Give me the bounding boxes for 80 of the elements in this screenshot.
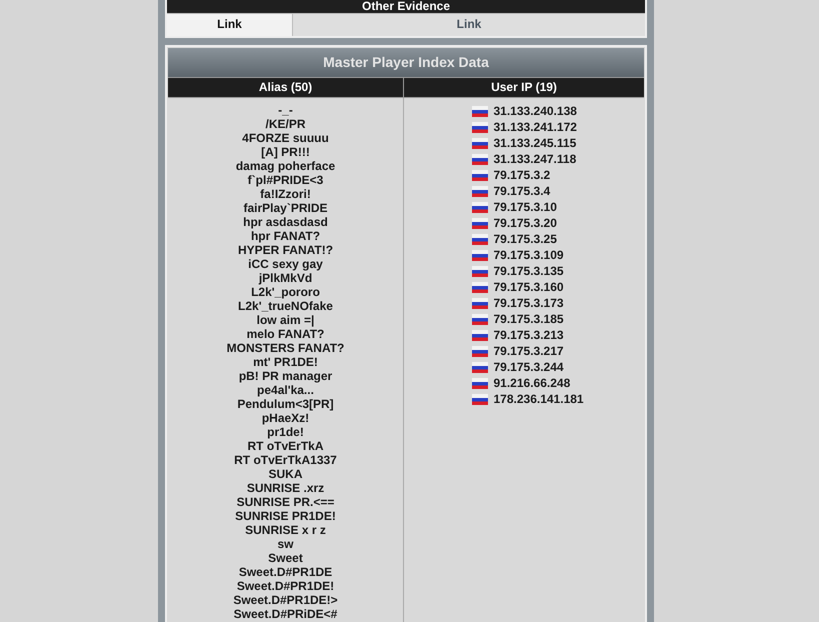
alias-name: SUNRISE PR1DE! [235, 509, 336, 523]
ip-address: 79.175.3.213 [494, 327, 564, 344]
flag-icon [472, 106, 488, 116]
column-header: Alias (50) [168, 78, 404, 97]
alias-name: SUKA [268, 467, 302, 481]
ip-address: 79.175.3.217 [494, 343, 564, 360]
ip-address: 79.175.3.4 [494, 183, 550, 200]
alias-name: Sweet.D#PR1DE! [236, 579, 334, 593]
alias-name: iCC sexy gay [248, 257, 323, 271]
alias-name: SUNRISE x r z [245, 523, 326, 537]
alias-name: pHaeXz! [262, 411, 310, 425]
ip-address: 31.133.247.118 [494, 151, 576, 168]
alias-name: damag poherface [236, 159, 336, 173]
flag-icon [472, 298, 488, 308]
ip-address: 79.175.3.185 [494, 311, 564, 328]
ip-address: 79.175.3.160 [494, 279, 564, 296]
alias-name: /KE/PR [265, 117, 306, 131]
ip-address: 79.175.3.109 [494, 247, 564, 264]
alias-name: pr1de! [267, 425, 304, 439]
ip-address: 79.175.3.135 [494, 263, 564, 280]
alias-name: mt' PR1DE! [253, 355, 318, 369]
ip-address: 79.175.3.244 [494, 359, 564, 376]
evidence-link[interactable]: Link [167, 14, 293, 36]
alias-name: pe4al'ka... [257, 383, 314, 397]
alias-name: RT oTvErTkA1337 [234, 453, 337, 467]
alias-name: -_- [278, 103, 293, 117]
ip-address: 79.175.3.25 [494, 231, 557, 248]
ip-address: 91.216.66.248 [494, 375, 570, 392]
flag-icon [472, 266, 488, 276]
alias-name: Sweet.D#PR1DE [238, 565, 332, 579]
alias-name: SUNRISE .xrz [246, 481, 324, 495]
alias-name: pB! PR manager [238, 369, 332, 383]
flag-icon [472, 314, 488, 324]
panel-title-bar: Master Player Index Data [168, 48, 644, 77]
flag-icon [472, 186, 488, 196]
flag-icon [472, 170, 488, 180]
flag-icon [472, 234, 488, 244]
alias-name: f`pl#PRIDE<3 [248, 173, 324, 187]
alias-name: sw [277, 537, 294, 551]
alias-name: melo FANAT? [246, 327, 324, 341]
alias-name: Sweet.D#PR1DE!> [233, 593, 338, 607]
alias-name: L2k'_trueNOfake [238, 299, 333, 313]
ip-address: 79.175.3.10 [494, 199, 557, 216]
flag-icon [472, 250, 488, 260]
flag-icon [472, 394, 488, 404]
flag-icon [472, 282, 488, 292]
ip-address: 79.175.3.2 [494, 167, 550, 184]
ip-address: 79.175.3.173 [494, 295, 564, 312]
ip-address: 31.133.240.138 [494, 103, 577, 120]
alias-name: jPlkMkVd [258, 271, 312, 285]
alias-name: hpr FANAT? [250, 229, 320, 243]
alias-name: Sweet.D#PRiDE<# [234, 607, 338, 621]
alias-name: SUNRISE PR.<== [236, 495, 334, 509]
ip-address: 178.236.141.181 [494, 391, 584, 408]
flag-icon [472, 346, 488, 356]
flag-icon [472, 202, 488, 212]
ip-address: 79.175.3.20 [494, 215, 557, 232]
flag-icon [472, 218, 488, 228]
alias-name: low aim =| [256, 313, 314, 327]
flag-icon [472, 154, 488, 164]
column-header: User IP (19) [490, 79, 558, 96]
alias-name: fairPlay`PRIDE [243, 201, 328, 215]
alias-name: fa!IZzori! [260, 187, 311, 201]
alias-name: [A] PR!!! [261, 145, 310, 159]
alias-name: Sweet [268, 551, 303, 565]
ip-address: 31.133.241.172 [494, 119, 577, 136]
section-header: Other Evidence [167, 0, 645, 13]
flag-icon [472, 362, 488, 372]
flag-icon [472, 378, 488, 388]
alias-name: hpr asdasdasd [243, 215, 328, 229]
alias-name: 4FORZE suuuu [242, 131, 329, 145]
ip-address: 31.133.245.115 [494, 135, 576, 152]
flag-icon [472, 138, 488, 148]
alias-name: L2k'_pororo [251, 285, 320, 299]
flag-icon [472, 330, 488, 340]
flag-icon [472, 122, 488, 132]
alias-name: Pendulum<3[PR] [237, 397, 334, 411]
alias-name: RT oTvErTkA [247, 439, 324, 453]
alias-name: HYPER FANAT!? [238, 243, 334, 257]
alias-name: MONSTERS FANAT? [226, 341, 344, 355]
